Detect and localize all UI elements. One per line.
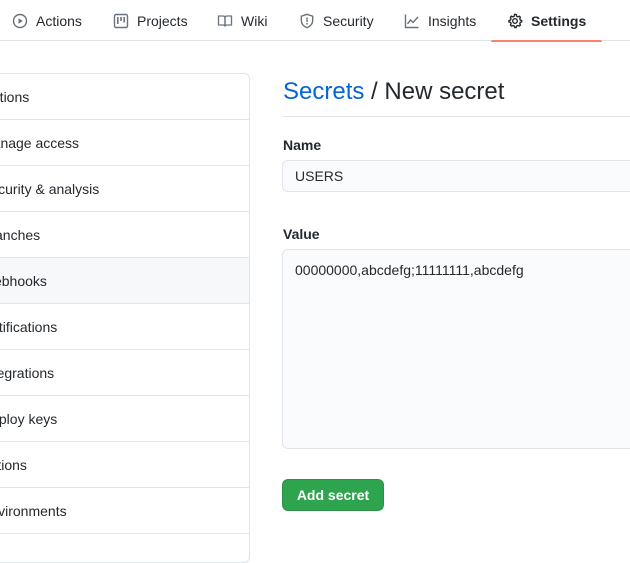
- sidebar-item-label: Integrations: [0, 365, 55, 381]
- repo-tab-bar: Actions Projects Wiki Security Insights: [0, 0, 630, 42]
- sidebar-item-integrations[interactable]: Integrations: [0, 350, 249, 396]
- tab-label: Security: [323, 12, 374, 29]
- tab-settings[interactable]: Settings: [490, 0, 603, 42]
- sidebar-item-label: Security & analysis: [0, 181, 100, 197]
- project-board-icon: [113, 13, 129, 29]
- sidebar-item-options[interactable]: Options: [0, 74, 249, 120]
- divider: [283, 116, 630, 117]
- breadcrumb-separator: /: [371, 78, 378, 105]
- shield-icon: [299, 13, 315, 29]
- secret-value-textarea[interactable]: 00000000,abcdefg;11111111,abcdefg: [282, 249, 630, 449]
- graph-icon: [404, 13, 420, 29]
- secret-name-input[interactable]: USERS: [282, 160, 630, 192]
- sidebar-item-label: Webhooks: [0, 273, 47, 289]
- gear-icon: [507, 13, 523, 29]
- sidebar-item-label: Options: [0, 89, 30, 105]
- tab-wiki[interactable]: Wiki: [217, 0, 267, 41]
- sidebar-item-security-analysis[interactable]: Security & analysis: [0, 166, 249, 212]
- sidebar-item-notifications[interactable]: Notifications: [0, 304, 249, 350]
- sidebar-item-manage-access[interactable]: Manage access: [0, 120, 249, 166]
- breadcrumb-secrets-link[interactable]: Secrets: [283, 78, 364, 105]
- tab-label: Projects: [137, 12, 188, 29]
- tab-projects[interactable]: Projects: [113, 0, 188, 41]
- tab-actions[interactable]: Actions: [12, 0, 82, 41]
- settings-sidebar-menu: Options Manage access Security & analysi…: [0, 73, 250, 563]
- sidebar-item-actions[interactable]: Actions: [0, 442, 249, 488]
- tab-insights[interactable]: Insights: [404, 0, 476, 41]
- sidebar-item-label: Actions: [0, 457, 27, 473]
- tab-label: Actions: [36, 12, 82, 29]
- sidebar-item-environments[interactable]: Environments: [0, 488, 249, 534]
- sidebar-item-branches[interactable]: Branches: [0, 212, 249, 258]
- sidebar-item-label: Deploy keys: [0, 411, 58, 427]
- sidebar-item-label: Environments: [0, 503, 67, 519]
- tab-label: Settings: [531, 12, 587, 29]
- page-title: Secrets / New secret: [283, 78, 504, 106]
- add-secret-button[interactable]: Add secret: [282, 479, 384, 511]
- sidebar-item-label: Branches: [0, 227, 41, 243]
- tab-label: Insights: [428, 12, 477, 29]
- page-title-text: New secret: [384, 78, 505, 105]
- book-icon: [217, 13, 233, 29]
- sidebar-item-label: Manage access: [0, 135, 80, 151]
- play-circle-icon: [12, 13, 28, 29]
- sidebar-item-label: Notifications: [0, 319, 58, 335]
- sidebar-item-deploy-keys[interactable]: Deploy keys: [0, 396, 249, 442]
- sidebar-item-webhooks[interactable]: Webhooks: [0, 258, 249, 304]
- name-field-label: Name: [283, 137, 322, 153]
- tab-security[interactable]: Security: [299, 0, 374, 41]
- value-field-label: Value: [283, 226, 320, 242]
- tab-label: Wiki: [241, 12, 268, 29]
